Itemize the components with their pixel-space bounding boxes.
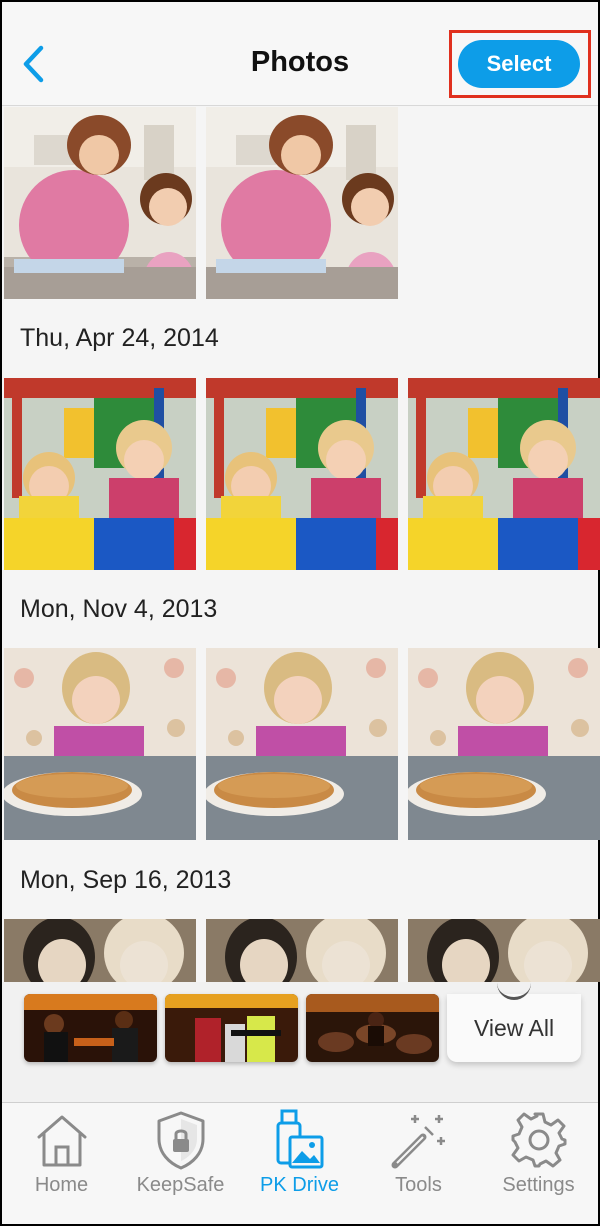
drag-handle-icon bbox=[497, 982, 531, 1000]
select-button[interactable]: Select bbox=[458, 40, 580, 88]
section-date: Mon, Sep 16, 2013 bbox=[20, 866, 232, 894]
photo-thumbnail[interactable] bbox=[4, 919, 196, 982]
home-icon bbox=[37, 1115, 86, 1167]
magic-wand-icon bbox=[391, 1115, 445, 1169]
tab-pk-drive[interactable]: PK Drive bbox=[240, 1103, 359, 1225]
photo-thumbnail[interactable] bbox=[206, 378, 398, 570]
view-all-button[interactable]: View All bbox=[447, 994, 581, 1062]
photo-thumbnail[interactable] bbox=[4, 648, 196, 840]
tab-label: KeepSafe bbox=[136, 1174, 225, 1196]
shield-lock-icon bbox=[157, 1111, 204, 1170]
tab-label: Home bbox=[34, 1174, 89, 1196]
drive-photos-icon bbox=[276, 1109, 323, 1169]
nav-bar: Photos Select bbox=[2, 2, 598, 106]
photo-thumbnail[interactable] bbox=[206, 648, 398, 840]
tab-label: Tools bbox=[395, 1174, 442, 1196]
photo-thumbnail[interactable] bbox=[4, 378, 196, 570]
tab-home[interactable]: Home bbox=[2, 1103, 121, 1225]
tab-settings[interactable]: Settings bbox=[479, 1103, 598, 1225]
photo-thumbnail[interactable] bbox=[408, 378, 600, 570]
tab-label: PK Drive bbox=[260, 1174, 339, 1196]
gear-icon bbox=[511, 1112, 566, 1168]
photo-thumbnail[interactable] bbox=[206, 919, 398, 982]
section-date: Thu, Apr 24, 2014 bbox=[20, 324, 219, 352]
photo-thumbnail[interactable] bbox=[408, 648, 600, 840]
tab-tools[interactable]: Tools bbox=[359, 1103, 478, 1225]
photo-thumbnail[interactable] bbox=[4, 107, 196, 299]
view-all-label: View All bbox=[473, 1014, 555, 1041]
album-thumbnail[interactable] bbox=[165, 994, 298, 1062]
tab-bar: Home KeepSafe PK Drive Tools Settings bbox=[2, 1102, 598, 1224]
photo-thumbnail[interactable] bbox=[408, 919, 600, 982]
tab-keepsafe[interactable]: KeepSafe bbox=[121, 1103, 240, 1225]
tab-label: Settings bbox=[502, 1174, 575, 1196]
album-thumbnail[interactable] bbox=[24, 994, 157, 1062]
photo-thumbnail[interactable] bbox=[206, 107, 398, 299]
album-thumbnail[interactable] bbox=[306, 994, 439, 1062]
section-date: Mon, Nov 4, 2013 bbox=[20, 595, 218, 623]
